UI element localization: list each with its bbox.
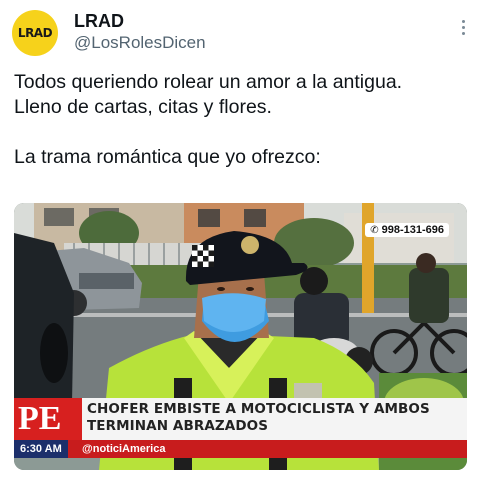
whatsapp-phone-icon: ✆ (370, 224, 379, 236)
headline-accent-bar (76, 398, 82, 440)
post-text-line: Lleno de cartas, citas y flores. (14, 96, 272, 118)
author-names: LRAD @LosRolesDicen (74, 10, 206, 54)
social-handle: @noticiAmerica (82, 443, 166, 455)
channel-logo: PE (14, 398, 76, 440)
headline-box: CHOFER EMBISTE A MOTOCICLISTA Y AMBOS TE… (76, 398, 467, 440)
news-headline: CHOFER EMBISTE A MOTOCICLISTA Y AMBOS TE… (87, 401, 430, 435)
avatar-logo-text: LRAD (17, 26, 53, 40)
post-text-line: La trama romántica que yo ofrezco: (14, 146, 321, 168)
post-text-line: Todos queriendo rolear un amor a la anti… (14, 71, 403, 93)
headline-line: CHOFER EMBISTE A MOTOCICLISTA Y AMBOS (87, 401, 430, 417)
news-lower-third: PE CHOFER EMBISTE A MOTOCICLISTA Y AMBOS… (14, 398, 467, 470)
headline-line: TERMINAN ABRAZADOS (87, 418, 269, 434)
author-handle[interactable]: @LosRolesDicen (74, 32, 206, 54)
post-media-image[interactable]: ✆ 998-131-696 PE CHOFER EMBISTE A MOTOCI… (14, 203, 467, 470)
avatar[interactable]: LRAD (12, 10, 58, 56)
more-vertical-icon[interactable] (458, 20, 468, 40)
post-header: LRAD LRAD @LosRolesDicen (12, 10, 468, 58)
author-display-name[interactable]: LRAD (74, 10, 206, 32)
phone-number: 998-131-696 (381, 224, 444, 236)
news-ticker: 6:30 AM @noticiAmerica (14, 440, 467, 458)
phone-badge: ✆ 998-131-696 (365, 223, 449, 237)
broadcast-time: 6:30 AM (14, 440, 68, 458)
post-text: Todos queriendo rolear un amor a la anti… (14, 70, 469, 170)
